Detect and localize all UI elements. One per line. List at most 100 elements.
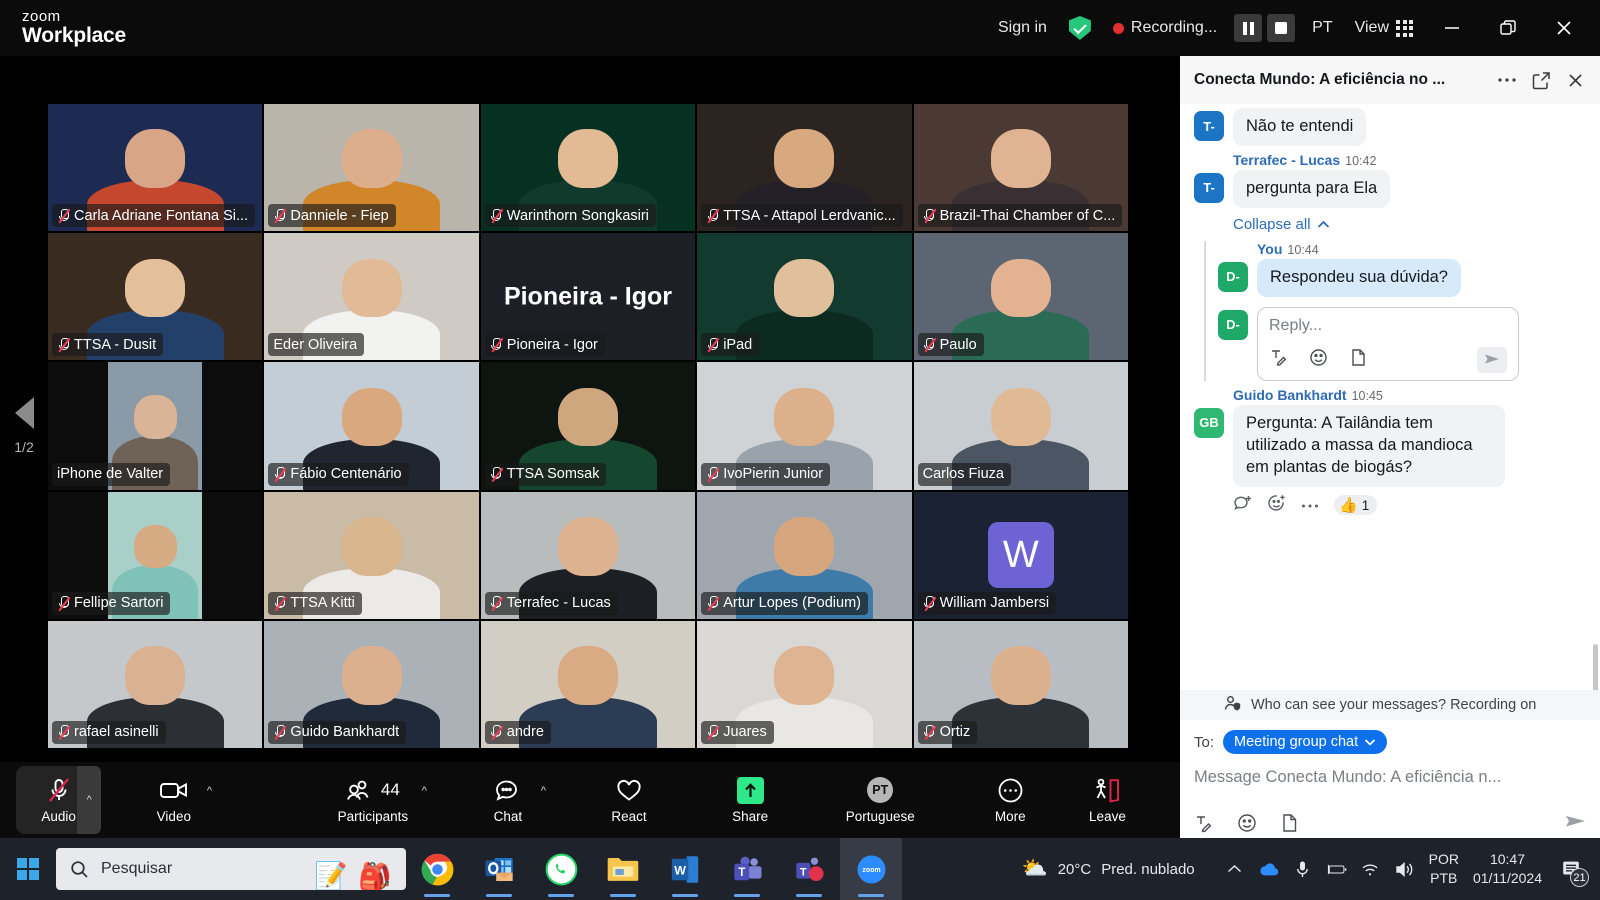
taskbar-search[interactable]: Pesquisar 📝 🎒	[56, 848, 406, 890]
maximize-restore-button[interactable]	[1480, 0, 1536, 56]
participant-tile[interactable]: TTSA Somsak	[480, 362, 696, 490]
taskbar-app-zoom[interactable]: zoom	[840, 838, 902, 900]
language-interpretation-button[interactable]: PT Portuguese	[821, 766, 940, 834]
previous-page-button[interactable]: 1/2	[0, 104, 48, 748]
taskbar-app-outlook[interactable]	[468, 838, 530, 900]
participants-button[interactable]: 44 Participants ^	[308, 766, 437, 834]
participant-tile[interactable]: iPad	[697, 233, 912, 361]
encryption-shield-icon[interactable]	[1058, 0, 1102, 56]
participant-name: Fábio Centenário	[290, 466, 402, 483]
participant-name-bar: Fábio Centenário	[268, 462, 409, 486]
chat-more-options-icon[interactable]	[1494, 67, 1520, 93]
chat-message: D- Respondeu sua dúvida?	[1218, 258, 1586, 297]
taskbar-app-teams-alt[interactable]: T	[778, 838, 840, 900]
audio-options-caret-icon[interactable]: ^	[77, 766, 102, 834]
participant-tile[interactable]: Terrafec - Lucas	[480, 491, 696, 619]
video-options-caret-icon[interactable]: ^	[200, 780, 218, 802]
chat-message-list[interactable]: T- Não te entendi Terrafec - Lucas 10:42 …	[1180, 104, 1600, 690]
leave-meeting-button[interactable]: Leave	[1059, 766, 1156, 834]
chat-privacy-notice[interactable]: Who can see your messages? Recording on	[1180, 690, 1600, 720]
taskbar-app-word[interactable]: W	[654, 838, 716, 900]
chat-options-caret-icon[interactable]: ^	[534, 780, 552, 802]
taskbar-app-teams[interactable]: T	[716, 838, 778, 900]
participant-tile[interactable]: Guido Bankhardt	[264, 620, 479, 748]
emoji-icon[interactable]	[1309, 348, 1328, 372]
shared-screen-title: Pioneira - Igor	[503, 282, 673, 311]
more-button[interactable]: More	[962, 766, 1059, 834]
battery-icon[interactable]	[1327, 859, 1347, 879]
wifi-icon[interactable]	[1361, 859, 1381, 879]
clock-widget[interactable]: 10:47 01/11/2024	[1473, 850, 1542, 888]
taskbar-app-chrome[interactable]	[406, 838, 468, 900]
recipient-selector[interactable]: Meeting group chat	[1223, 730, 1388, 754]
participant-tile[interactable]: Pioneira - Igor Pioneira - Igor	[480, 233, 696, 361]
start-button[interactable]	[0, 838, 56, 900]
send-reply-button[interactable]	[1477, 346, 1507, 373]
minimize-button[interactable]	[1424, 0, 1480, 56]
message-more-icon[interactable]	[1301, 496, 1319, 514]
format-text-icon[interactable]	[1194, 814, 1213, 838]
pt-badge: PT	[867, 777, 894, 803]
participant-tile[interactable]: TTSA - Dusit	[48, 233, 263, 361]
volume-icon[interactable]	[1395, 859, 1415, 879]
weather-widget[interactable]: ⛅ 20°C Pred. nublado	[1022, 857, 1195, 881]
participant-tile[interactable]: Fábio Centenário	[264, 362, 479, 490]
close-chat-icon[interactable]	[1562, 67, 1588, 93]
participants-options-caret-icon[interactable]: ^	[415, 780, 433, 802]
participant-tile[interactable]: Carlos Fiuza	[913, 362, 1128, 490]
participant-tile[interactable]: W William Jambersi	[913, 491, 1128, 619]
participant-tile[interactable]: Paulo	[913, 233, 1128, 361]
share-screen-button[interactable]: Share	[702, 766, 799, 834]
taskbar-app-whatsapp[interactable]	[530, 838, 592, 900]
close-button[interactable]	[1536, 0, 1592, 56]
participant-tile[interactable]: Eder Oliveira	[264, 233, 479, 361]
react-button[interactable]: React	[580, 766, 677, 834]
popout-chat-icon[interactable]	[1528, 67, 1554, 93]
reply-input-placeholder[interactable]: Reply...	[1269, 317, 1322, 334]
participant-tile[interactable]: IvoPierin Junior	[697, 362, 912, 490]
participant-tile[interactable]: rafael asinelli	[48, 620, 263, 748]
view-button[interactable]: View	[1344, 0, 1424, 56]
language-indicator[interactable]: PT	[1301, 0, 1343, 56]
participant-tile[interactable]: TTSA - Attapol Lerdvanic...	[697, 104, 912, 232]
reply-composer[interactable]: D- Reply...	[1218, 306, 1586, 381]
chat-scrollbar[interactable]	[1593, 644, 1598, 690]
participant-tile[interactable]: andre	[480, 620, 696, 748]
input-language-indicator[interactable]: POR PTB	[1429, 850, 1459, 888]
chat-composer: To: Meeting group chat Message Conecta M…	[1180, 720, 1600, 838]
participant-tile[interactable]: TTSA Kitti	[264, 491, 479, 619]
participant-tile[interactable]: Artur Lopes (Podium)	[697, 491, 912, 619]
attach-file-icon[interactable]	[1281, 813, 1299, 838]
thumbs-up-reaction[interactable]: 👍 1	[1334, 495, 1378, 516]
participant-tile[interactable]: iPhone de Valter	[48, 362, 263, 490]
chat-panel-header: Conecta Mundo: A eficiência no ...	[1180, 56, 1600, 104]
collapse-all-button[interactable]: Collapse all	[1233, 216, 1586, 233]
participant-tile[interactable]: Brazil-Thai Chamber of C...	[913, 104, 1128, 232]
chat-button[interactable]: Chat ^	[459, 766, 556, 834]
show-hidden-icons-button[interactable]	[1225, 859, 1245, 879]
onedrive-icon[interactable]	[1259, 859, 1279, 879]
add-reaction-icon[interactable]	[1267, 494, 1286, 517]
participant-tile[interactable]: Warinthorn Songkasiri	[480, 104, 696, 232]
notification-center-button[interactable]: 21	[1556, 854, 1589, 887]
sign-in-button[interactable]: Sign in	[987, 0, 1058, 56]
reply-in-thread-icon[interactable]	[1233, 494, 1252, 516]
send-message-button[interactable]	[1564, 814, 1586, 837]
chevron-down-icon	[1365, 739, 1376, 746]
video-button[interactable]: Video ^	[125, 766, 222, 834]
audio-button[interactable]: Audio ^	[16, 766, 102, 834]
participant-tile[interactable]: Carla Adriane Fontana Si...	[48, 104, 263, 232]
emoji-icon[interactable]	[1237, 813, 1257, 838]
pause-recording-button[interactable]	[1234, 14, 1263, 42]
participant-tile[interactable]: Danniele - Fiep	[264, 104, 479, 232]
participant-tile[interactable]: Juares	[697, 620, 912, 748]
format-text-icon[interactable]	[1269, 348, 1287, 371]
participant-name: TTSA Somsak	[506, 466, 600, 483]
participant-tile[interactable]: Ortiz	[913, 620, 1128, 748]
message-input[interactable]: Message Conecta Mundo: A eficiência n...	[1194, 768, 1586, 787]
taskbar-app-file-explorer[interactable]	[592, 838, 654, 900]
microphone-icon[interactable]	[1293, 859, 1313, 879]
participant-tile[interactable]: Fellipe Sartori	[48, 491, 263, 619]
stop-recording-button[interactable]	[1267, 14, 1296, 42]
attach-file-icon[interactable]	[1350, 348, 1367, 372]
